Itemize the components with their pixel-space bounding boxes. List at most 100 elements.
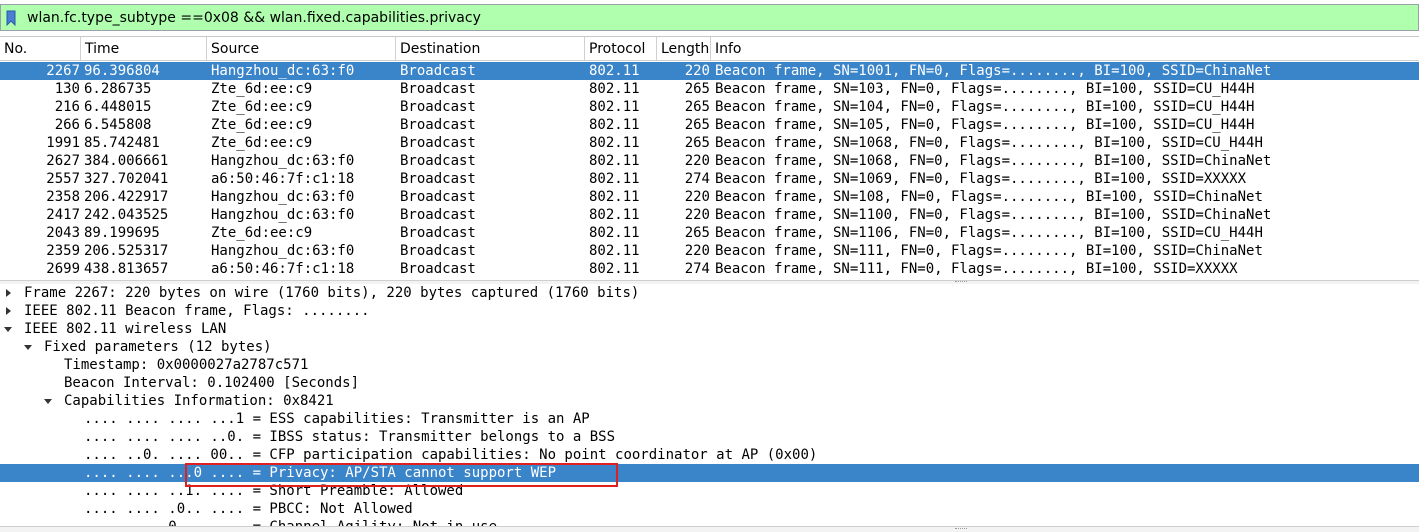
packet-destination: Broadcast	[400, 189, 476, 205]
packet-length: 265	[684, 81, 710, 97]
packet-time: 206.422917	[84, 189, 169, 205]
packet-destination: Broadcast	[400, 207, 476, 223]
packet-destination: Broadcast	[400, 261, 476, 277]
expand-arrow-icon[interactable]	[2, 284, 14, 302]
packet-length: 220	[684, 189, 710, 205]
packet-destination: Broadcast	[400, 243, 476, 259]
packet-protocol: 802.11	[589, 261, 640, 277]
packet-protocol: 802.11	[589, 81, 640, 97]
detail-tree-row[interactable]: Capabilities Information: 0x8421	[0, 392, 1419, 410]
packet-length: 265	[684, 135, 710, 151]
display-filter-bar[interactable]: wlan.fc.type_subtype ==0x08 && wlan.fixe…	[0, 4, 1419, 31]
packet-row[interactable]: 2417 242.043525 Hangzhou_dc:63:f0 Broadcast…	[0, 206, 1419, 224]
detail-tree-row[interactable]: Fixed parameters (12 bytes)	[0, 338, 1419, 356]
packet-row[interactable]: 1991 85.742481 Zte_6d:ee:c9 Broadcast 802.11…	[0, 134, 1419, 152]
packet-destination: Broadcast	[400, 225, 476, 241]
packet-no: 2358	[46, 189, 80, 205]
packet-length: 265	[684, 225, 710, 241]
column-header-destination[interactable]: Destination	[396, 37, 585, 61]
detail-tree-row[interactable]: IEEE 802.11 Beacon frame, Flags: .......…	[0, 302, 1419, 320]
packet-protocol: 802.11	[589, 243, 640, 259]
detail-tree-row[interactable]: .... .... .0.. .... = PBCC: Not Allowed	[0, 500, 1419, 518]
packet-no: 2627	[46, 153, 80, 169]
packet-row[interactable]: 2358 206.422917 Hangzhou_dc:63:f0 Broadcast…	[0, 188, 1419, 206]
detail-tree-row[interactable]: .... .... .... ...1 = ESS capabilities: …	[0, 410, 1419, 428]
detail-tree-label: IEEE 802.11 wireless LAN	[24, 321, 227, 337]
detail-tree-label: Fixed parameters (12 bytes)	[44, 339, 272, 355]
packet-no: 130	[54, 81, 80, 97]
packet-list-header: No. Time Source Destination Protocol Len…	[0, 37, 1419, 61]
packet-protocol: 802.11	[589, 63, 640, 79]
packet-time: 6.545808	[84, 117, 152, 133]
packet-source: Hangzhou_dc:63:f0	[211, 243, 355, 259]
packet-protocol: 802.11	[589, 189, 640, 205]
packet-info: Beacon frame, SN=1068, FN=0, Flags=.....…	[715, 153, 1272, 169]
packet-info: Beacon frame, SN=1068, FN=0, Flags=.....…	[715, 135, 1263, 151]
column-header-info[interactable]: Info	[711, 37, 1419, 61]
detail-tree-row[interactable]: IEEE 802.11 wireless LAN	[0, 320, 1419, 338]
packet-info: Beacon frame, SN=103, FN=0, Flags=......…	[715, 81, 1255, 97]
bookmark-icon[interactable]	[1, 5, 21, 30]
packet-row[interactable]: 216 6.448015 Zte_6d:ee:c9 Broadcast 802.11 26…	[0, 98, 1419, 116]
packet-list[interactable]: No. Time Source Destination Protocol Len…	[0, 36, 1419, 280]
packet-source: Hangzhou_dc:63:f0	[211, 189, 355, 205]
detail-tree-label: .... ..0. .... 00.. = CFP participation …	[84, 447, 818, 463]
packet-row[interactable]: 2699 438.813657 a6:50:46:7f:c1:18 Broadcast…	[0, 260, 1419, 278]
column-header-source[interactable]: Source	[207, 37, 396, 61]
packet-no: 2043	[46, 225, 80, 241]
packet-protocol: 802.11	[589, 135, 640, 151]
packet-info: Beacon frame, SN=1106, FN=0, Flags=.....…	[715, 225, 1263, 241]
packet-row[interactable]: 2557 327.702041 a6:50:46:7f:c1:18 Broadcast…	[0, 170, 1419, 188]
packet-source: Hangzhou_dc:63:f0	[211, 153, 355, 169]
column-header-time[interactable]: Time	[81, 37, 207, 61]
detail-tree-row[interactable]: Timestamp: 0x0000027a2787c571	[0, 356, 1419, 374]
packet-length: 220	[684, 207, 710, 223]
splitter-grip[interactable]	[955, 528, 967, 530]
expand-arrow-icon[interactable]	[2, 302, 14, 320]
packet-destination: Broadcast	[400, 171, 476, 187]
packet-info: Beacon frame, SN=1069, FN=0, Flags=.....…	[715, 171, 1247, 187]
packet-no: 2359	[46, 243, 80, 259]
packet-destination: Broadcast	[400, 99, 476, 115]
packet-length: 220	[684, 153, 710, 169]
packet-info: Beacon frame, SN=105, FN=0, Flags=......…	[715, 117, 1255, 133]
bottom-pane-splitter[interactable]	[0, 526, 1419, 532]
detail-tree-row[interactable]: .... .... 0... .... = Channel Agility: N…	[0, 518, 1419, 526]
packet-details-tree[interactable]: Frame 2267: 220 bytes on wire (1760 bits…	[0, 284, 1419, 526]
collapse-arrow-icon[interactable]	[2, 320, 14, 338]
packet-source: Zte_6d:ee:c9	[211, 225, 313, 241]
packet-info: Beacon frame, SN=104, FN=0, Flags=......…	[715, 99, 1255, 115]
display-filter-input[interactable]: wlan.fc.type_subtype ==0x08 && wlan.fixe…	[21, 10, 481, 26]
packet-row[interactable]: 2359 206.525317 Hangzhou_dc:63:f0 Broadcast…	[0, 242, 1419, 260]
collapse-arrow-icon[interactable]	[22, 338, 34, 356]
packet-row[interactable]: 130 6.286735 Zte_6d:ee:c9 Broadcast 802.11 26…	[0, 80, 1419, 98]
packet-row[interactable]: 266 6.545808 Zte_6d:ee:c9 Broadcast 802.11 26…	[0, 116, 1419, 134]
detail-tree-label: Timestamp: 0x0000027a2787c571	[64, 357, 309, 373]
column-header-no[interactable]: No.	[0, 37, 81, 61]
detail-tree-row[interactable]: .... ..0. .... 00.. = CFP participation …	[0, 446, 1419, 464]
detail-tree-row[interactable]: .... .... .... ..0. = IBSS status: Trans…	[0, 428, 1419, 446]
packet-no: 2267	[46, 63, 80, 79]
packet-time: 6.286735	[84, 81, 152, 97]
packet-destination: Broadcast	[400, 81, 476, 97]
collapse-arrow-icon[interactable]	[42, 392, 54, 410]
packet-destination: Broadcast	[400, 153, 476, 169]
column-header-protocol[interactable]: Protocol	[585, 37, 657, 61]
packet-destination: Broadcast	[400, 63, 476, 79]
packet-info: Beacon frame, SN=1001, FN=0, Flags=.....…	[715, 63, 1272, 79]
detail-tree-row[interactable]: Beacon Interval: 0.102400 [Seconds]	[0, 374, 1419, 392]
packet-source: Zte_6d:ee:c9	[211, 135, 313, 151]
packet-row[interactable]: 2267 96.396804 Hangzhou_dc:63:f0 Broadcast 8…	[0, 62, 1419, 80]
packet-no: 2417	[46, 207, 80, 223]
packet-row[interactable]: 2627 384.006661 Hangzhou_dc:63:f0 Broadcast…	[0, 152, 1419, 170]
packet-row[interactable]: 2043 89.199695 Zte_6d:ee:c9 Broadcast 802.11…	[0, 224, 1419, 242]
detail-tree-row[interactable]: Frame 2267: 220 bytes on wire (1760 bits…	[0, 284, 1419, 302]
splitter-grip[interactable]	[955, 281, 967, 283]
packet-no: 2557	[46, 171, 80, 187]
packet-time: 327.702041	[84, 171, 169, 187]
packet-protocol: 802.11	[589, 225, 640, 241]
packet-protocol: 802.11	[589, 207, 640, 223]
packet-source: Zte_6d:ee:c9	[211, 117, 313, 133]
packet-source: a6:50:46:7f:c1:18	[211, 171, 355, 187]
column-header-length[interactable]: Length	[657, 37, 711, 61]
